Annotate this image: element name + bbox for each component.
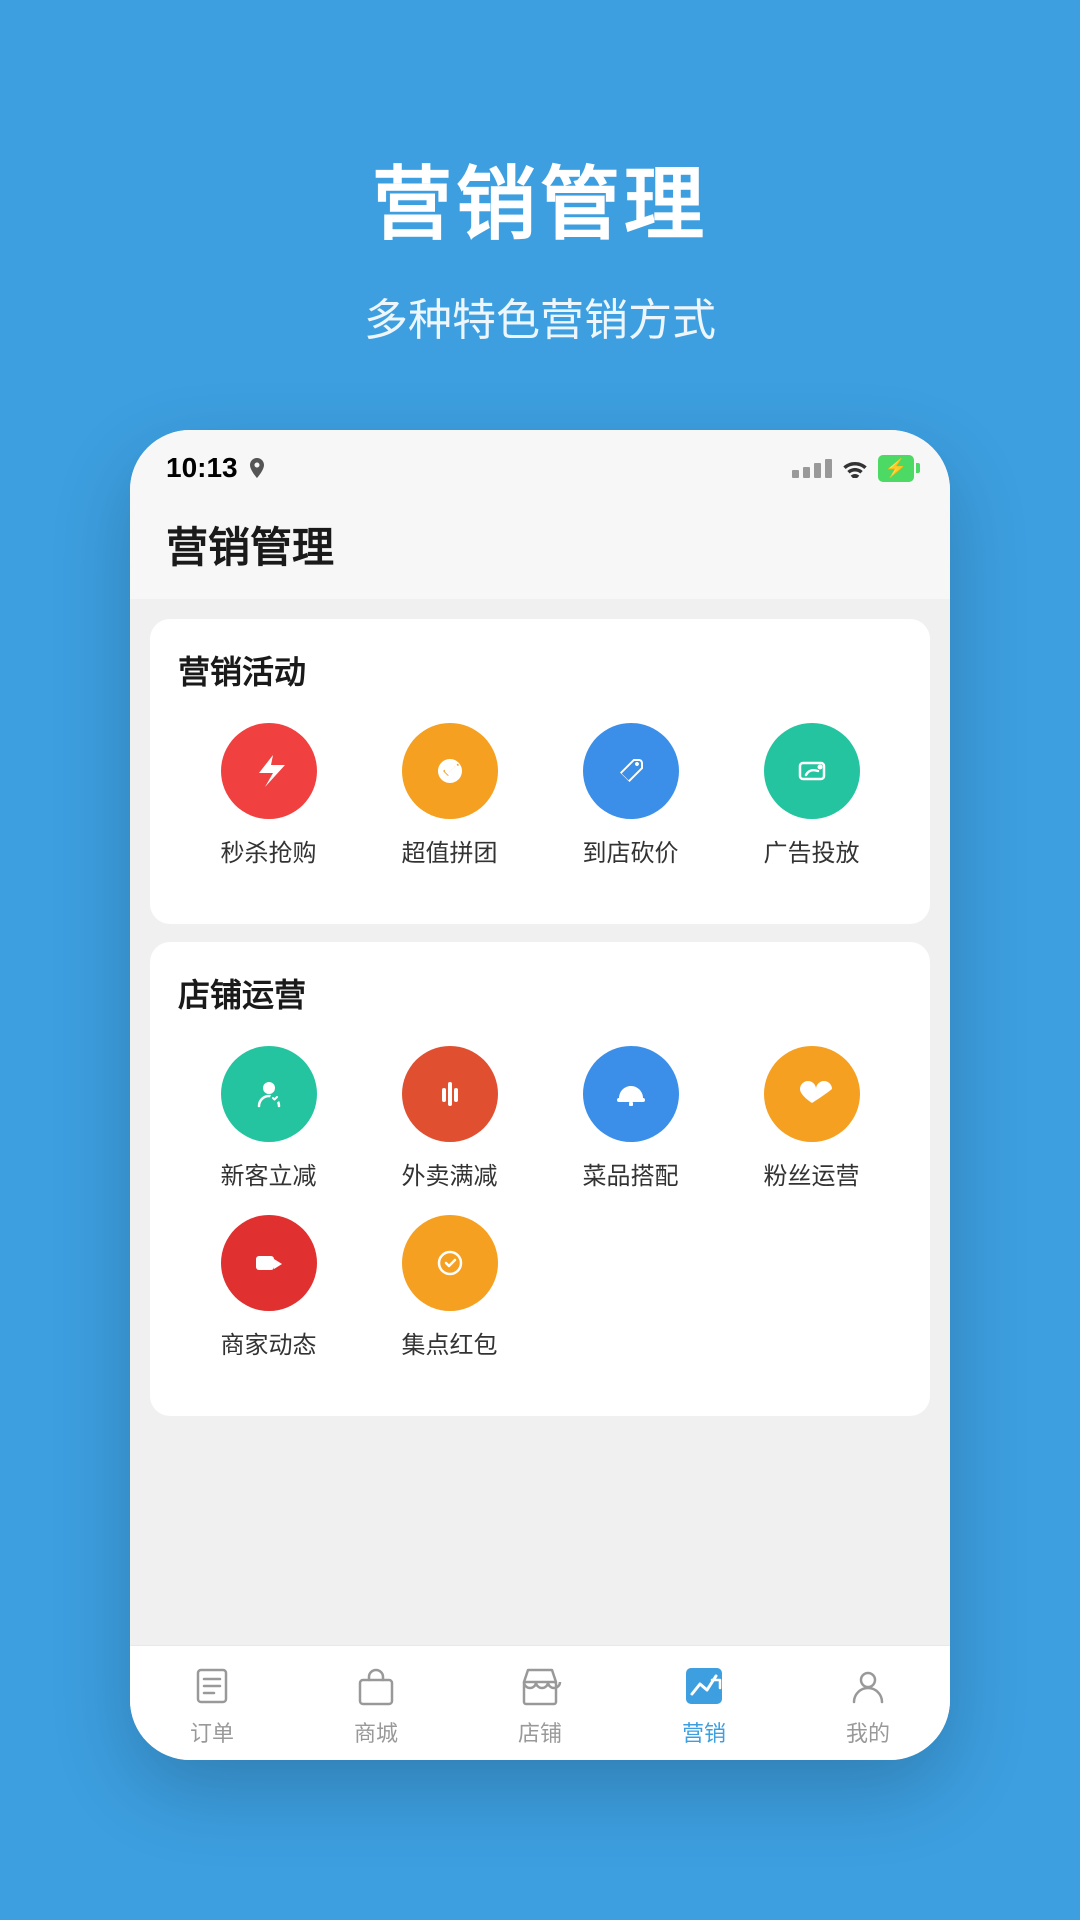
stamp-red-packet-label: 集点红包 bbox=[402, 1325, 498, 1360]
content-area: 营销活动 秒杀抢购 bbox=[130, 599, 950, 1645]
header-section: 营销管理 多种特色营销方式 bbox=[0, 140, 1080, 348]
nav-orders[interactable]: 订单 bbox=[130, 1664, 294, 1748]
new-customer-discount-item[interactable]: 新客立减 bbox=[178, 1046, 359, 1191]
flash-sale-icon bbox=[221, 723, 317, 819]
menu-combo-item[interactable]: 菜品搭配 bbox=[540, 1046, 721, 1191]
group-buy-label: 超值拼团 bbox=[402, 833, 498, 868]
fan-operation-item[interactable]: 粉丝运营 bbox=[721, 1046, 902, 1191]
merchant-news-icon bbox=[221, 1215, 317, 1311]
in-store-discount-label: 到店砍价 bbox=[583, 833, 679, 868]
store-operations-card: 店铺运营 新客立减 bbox=[150, 942, 930, 1416]
status-bar: 10:13 ⚡ bbox=[130, 430, 950, 494]
nav-marketing[interactable]: 营销 bbox=[622, 1664, 786, 1748]
stamp-red-packet-icon bbox=[402, 1215, 498, 1311]
fan-operation-icon bbox=[764, 1046, 860, 1142]
marketing-activities-grid: 秒杀抢购 超值拼团 bbox=[178, 723, 902, 892]
fan-operation-label: 粉丝运营 bbox=[764, 1156, 860, 1191]
delivery-discount-icon bbox=[402, 1046, 498, 1142]
ad-placement-item[interactable]: 广告投放 bbox=[721, 723, 902, 868]
location-icon bbox=[248, 457, 266, 479]
flash-sale-item[interactable]: 秒杀抢购 bbox=[178, 723, 359, 868]
signal-icon bbox=[792, 459, 832, 478]
new-customer-discount-label: 新客立减 bbox=[221, 1156, 317, 1191]
nav-mine[interactable]: 我的 bbox=[786, 1664, 950, 1748]
store-icon bbox=[518, 1664, 562, 1708]
status-icons: ⚡ bbox=[792, 455, 914, 482]
phone-mockup: 10:13 ⚡ 营销管理 营销活动 bbox=[130, 430, 950, 1760]
main-title: 营销管理 bbox=[0, 140, 1080, 256]
merchant-news-label: 商家动态 bbox=[221, 1325, 317, 1360]
main-subtitle: 多种特色营销方式 bbox=[0, 284, 1080, 348]
flash-sale-label: 秒杀抢购 bbox=[221, 833, 317, 868]
group-buy-icon bbox=[402, 723, 498, 819]
marketing-activities-title: 营销活动 bbox=[178, 647, 902, 693]
nav-orders-label: 订单 bbox=[190, 1716, 234, 1748]
store-operations-grid: 新客立减 外卖满减 bbox=[178, 1046, 902, 1384]
stamp-red-packet-item[interactable]: 集点红包 bbox=[359, 1215, 540, 1360]
in-store-discount-icon bbox=[583, 723, 679, 819]
nav-mine-label: 我的 bbox=[846, 1716, 890, 1748]
menu-combo-icon bbox=[583, 1046, 679, 1142]
delivery-discount-item[interactable]: 外卖满减 bbox=[359, 1046, 540, 1191]
bag-icon bbox=[354, 1664, 398, 1708]
nav-store[interactable]: 店铺 bbox=[458, 1664, 622, 1748]
marketing-activities-card: 营销活动 秒杀抢购 bbox=[150, 619, 930, 924]
wifi-icon bbox=[842, 458, 868, 478]
nav-marketing-label: 营销 bbox=[682, 1716, 726, 1748]
person-icon bbox=[846, 1664, 890, 1708]
delivery-discount-label: 外卖满减 bbox=[402, 1156, 498, 1191]
page-title: 营销管理 bbox=[166, 514, 914, 575]
menu-combo-label: 菜品搭配 bbox=[583, 1156, 679, 1191]
status-time: 10:13 bbox=[166, 452, 238, 484]
ad-placement-label: 广告投放 bbox=[764, 833, 860, 868]
merchant-news-item[interactable]: 商家动态 bbox=[178, 1215, 359, 1360]
in-store-discount-item[interactable]: 到店砍价 bbox=[540, 723, 721, 868]
nav-store-label: 店铺 bbox=[518, 1716, 562, 1748]
nav-mall[interactable]: 商城 bbox=[294, 1664, 458, 1748]
battery-icon: ⚡ bbox=[878, 455, 914, 482]
chart-icon bbox=[682, 1664, 726, 1708]
ad-placement-icon bbox=[764, 723, 860, 819]
order-icon bbox=[190, 1664, 234, 1708]
nav-mall-label: 商城 bbox=[354, 1716, 398, 1748]
bottom-nav: 订单 商城 店铺 营销 bbox=[130, 1645, 950, 1760]
group-buy-item[interactable]: 超值拼团 bbox=[359, 723, 540, 868]
new-customer-icon bbox=[221, 1046, 317, 1142]
page-header: 营销管理 bbox=[130, 494, 950, 599]
store-operations-title: 店铺运营 bbox=[178, 970, 902, 1016]
